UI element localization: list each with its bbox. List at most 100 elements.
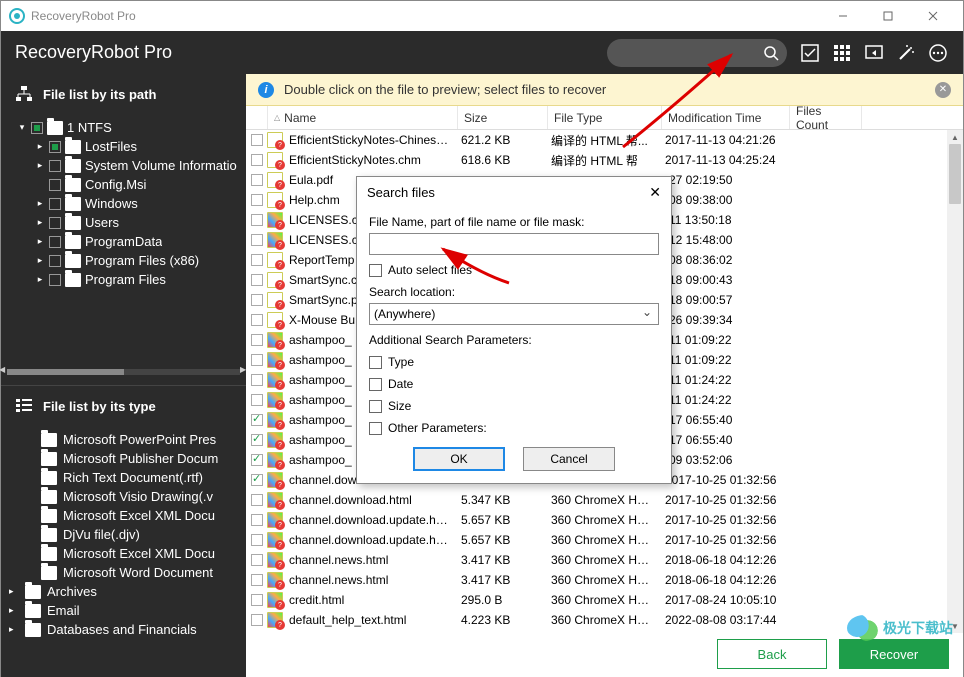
col-type[interactable]: File Type (548, 106, 662, 129)
tree-item[interactable]: ▸Windows (1, 194, 246, 213)
vertical-scrollbar[interactable]: ▲ ▼ (947, 130, 963, 633)
tree-item[interactable]: ▸ProgramData (1, 232, 246, 251)
info-close-icon[interactable]: ✕ (935, 82, 951, 98)
col-name[interactable]: △Name (268, 106, 458, 129)
row-checkbox[interactable] (251, 254, 263, 266)
table-row[interactable]: ? channel.news.html 3.417 KB 360 ChromeX… (246, 550, 963, 570)
size-checkbox[interactable] (369, 400, 382, 413)
checkmark-icon[interactable] (799, 42, 821, 64)
type-label: Type (388, 355, 414, 369)
screen-icon[interactable] (863, 42, 885, 64)
col-checkbox[interactable] (246, 106, 268, 129)
row-checkbox[interactable] (251, 494, 263, 506)
row-checkbox[interactable] (251, 514, 263, 526)
row-checkbox[interactable] (251, 414, 263, 426)
tree-item[interactable]: ▾1 NTFS (1, 118, 246, 137)
back-button[interactable]: Back (717, 639, 827, 669)
searchloc-label: Search location: (369, 285, 659, 299)
row-checkbox[interactable] (251, 274, 263, 286)
row-checkbox[interactable] (251, 354, 263, 366)
col-size[interactable]: Size (458, 106, 548, 129)
tree-item[interactable]: ▸Program Files (1, 270, 246, 289)
date-checkbox[interactable] (369, 378, 382, 391)
row-checkbox[interactable] (251, 194, 263, 206)
type-item[interactable]: Microsoft Word Document (1, 563, 246, 582)
row-checkbox[interactable] (251, 554, 263, 566)
table-row[interactable]: ? EfficientStickyNotes.chm 618.6 KB 编译的 … (246, 150, 963, 170)
file-icon: ? (267, 512, 283, 528)
info-bar: i Double click on the file to preview; s… (246, 74, 963, 106)
row-checkbox[interactable] (251, 134, 263, 146)
recover-button[interactable]: Recover (839, 639, 949, 669)
close-button[interactable] (910, 1, 955, 31)
tree-item[interactable]: ▸System Volume Informatio (1, 156, 246, 175)
row-checkbox[interactable] (251, 394, 263, 406)
type-item[interactable]: ▸Email (1, 601, 246, 620)
tree-item[interactable]: Config.Msi (1, 175, 246, 194)
type-checkbox[interactable] (369, 356, 382, 369)
row-checkbox[interactable] (251, 154, 263, 166)
maximize-button[interactable] (865, 1, 910, 31)
file-icon: ? (267, 432, 283, 448)
row-checkbox[interactable] (251, 474, 263, 486)
file-icon: ? (267, 612, 283, 628)
file-icon: ? (267, 252, 283, 268)
row-checkbox[interactable] (251, 454, 263, 466)
type-item[interactable]: ▸Archives (1, 582, 246, 601)
sidebar: File list by its path ▾1 NTFS▸LostFiles▸… (1, 74, 246, 677)
type-tree[interactable]: Microsoft PowerPoint PresMicrosoft Publi… (1, 426, 246, 677)
ok-button[interactable]: OK (413, 447, 505, 471)
table-row[interactable]: ? channel.download.update.html 5.657 KB … (246, 530, 963, 550)
row-checkbox[interactable] (251, 434, 263, 446)
col-count[interactable]: Files Count (790, 106, 862, 129)
row-checkbox[interactable] (251, 614, 263, 626)
row-checkbox[interactable] (251, 594, 263, 606)
autoselect-label: Auto select files (388, 263, 472, 277)
row-checkbox[interactable] (251, 574, 263, 586)
table-row[interactable]: ? channel.download.html 5.347 KB 360 Chr… (246, 490, 963, 510)
row-checkbox[interactable] (251, 334, 263, 346)
other-checkbox[interactable] (369, 422, 382, 435)
type-item[interactable]: ▸Databases and Financials (1, 620, 246, 639)
filename-input[interactable] (369, 233, 659, 255)
wand-icon[interactable] (895, 42, 917, 64)
row-checkbox[interactable] (251, 294, 263, 306)
searchloc-select[interactable]: (Anywhere) (369, 303, 659, 325)
grid-icon[interactable] (831, 42, 853, 64)
row-checkbox[interactable] (251, 214, 263, 226)
type-item[interactable]: Rich Text Document(.rtf) (1, 468, 246, 487)
tree-item[interactable]: ▸Program Files (x86) (1, 251, 246, 270)
autoselect-checkbox[interactable] (369, 264, 382, 277)
row-checkbox[interactable] (251, 374, 263, 386)
dialog-close-icon[interactable]: ✕ (649, 184, 661, 201)
type-item[interactable]: Microsoft Excel XML Docu (1, 544, 246, 563)
file-icon: ? (267, 552, 283, 568)
row-checkbox[interactable] (251, 534, 263, 546)
header-search-box[interactable] (607, 39, 787, 67)
folder-icon (25, 604, 41, 618)
folder-icon (41, 433, 57, 447)
type-item[interactable]: Microsoft Excel XML Docu (1, 506, 246, 525)
file-icon: ? (267, 212, 283, 228)
minimize-button[interactable] (820, 1, 865, 31)
row-checkbox[interactable] (251, 174, 263, 186)
type-item[interactable]: Microsoft Publisher Docum (1, 449, 246, 468)
table-row[interactable]: ? EfficientStickyNotes-Chinese_... 621.2… (246, 130, 963, 150)
app-header: RecoveryRobot Pro (1, 31, 963, 74)
table-row[interactable]: ? channel.news.html 3.417 KB 360 ChromeX… (246, 570, 963, 590)
tree-item[interactable]: ▸LostFiles (1, 137, 246, 156)
type-item[interactable]: Microsoft Visio Drawing(.v (1, 487, 246, 506)
table-row[interactable]: ? channel.download.update.html 5.657 KB … (246, 510, 963, 530)
cancel-button[interactable]: Cancel (523, 447, 615, 471)
type-item[interactable]: DjVu file(.djv) (1, 525, 246, 544)
row-checkbox[interactable] (251, 234, 263, 246)
row-checkbox[interactable] (251, 314, 263, 326)
type-item[interactable]: Microsoft PowerPoint Pres (1, 430, 246, 449)
folder-icon (41, 471, 57, 485)
tree-item[interactable]: ▸Users (1, 213, 246, 232)
table-row[interactable]: ? credit.html 295.0 B 360 ChromeX HTM...… (246, 590, 963, 610)
col-mod[interactable]: Modification Time (662, 106, 790, 129)
sidebar-hscroll[interactable]: ◀▶ (7, 369, 240, 375)
more-icon[interactable] (927, 42, 949, 64)
folder-tree[interactable]: ▾1 NTFS▸LostFiles▸System Volume Informat… (1, 114, 246, 365)
